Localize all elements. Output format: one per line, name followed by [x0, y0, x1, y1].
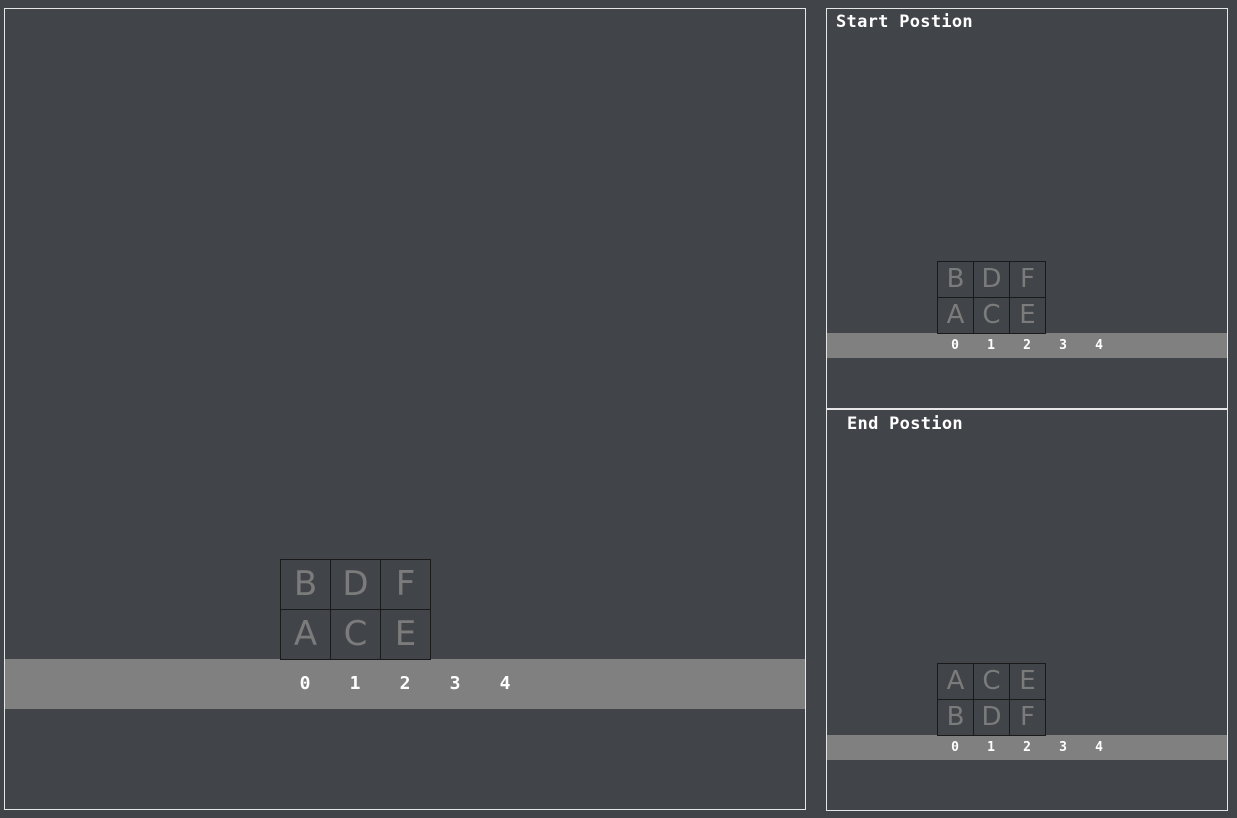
axis-label-4: 4: [499, 673, 511, 694]
axis-label-0: 0: [951, 740, 959, 755]
axis-label-4: 4: [1095, 338, 1103, 353]
axis-label-1: 1: [349, 673, 361, 694]
block-col2-row1: F: [1009, 261, 1046, 298]
ground-strip: 0 1 2 3 4: [827, 735, 1227, 760]
axis-label-3: 3: [449, 673, 461, 694]
start-position-panel: Start Postion 0 1 2 3 4 A B C D E F: [826, 8, 1228, 409]
block-col0-row1[interactable]: B: [280, 559, 331, 610]
ground-strip: 0 1 2 3 4: [827, 333, 1227, 358]
block-col0-row1: B: [937, 261, 974, 298]
main-board-panel: 0 1 2 3 4 A B C D E F: [4, 8, 806, 810]
block-col2-row1: E: [1009, 663, 1046, 700]
axis-label-3: 3: [1059, 338, 1067, 353]
axis-label-0: 0: [299, 673, 311, 694]
axis-label-1: 1: [987, 740, 995, 755]
block-col1-row0: D: [973, 699, 1010, 736]
axis-label-2: 2: [1023, 740, 1031, 755]
ground-strip: 0 1 2 3 4: [5, 659, 805, 709]
block-col0-row1: A: [937, 663, 974, 700]
axis-label-2: 2: [399, 673, 411, 694]
block-col1-row1: C: [973, 663, 1010, 700]
block-col1-row1[interactable]: D: [330, 559, 381, 610]
block-col2-row0: F: [1009, 699, 1046, 736]
block-col0-row0[interactable]: A: [280, 609, 331, 660]
block-col1-row1: D: [973, 261, 1010, 298]
end-position-title: End Postion: [847, 414, 963, 434]
block-col2-row0[interactable]: E: [380, 609, 431, 660]
axis-label-3: 3: [1059, 740, 1067, 755]
block-col0-row0: A: [937, 297, 974, 334]
axis-label-0: 0: [951, 338, 959, 353]
end-position-panel: End Postion 0 1 2 3 4 B A D C F E: [826, 409, 1228, 811]
axis-label-1: 1: [987, 338, 995, 353]
block-col1-row0: C: [973, 297, 1010, 334]
axis-label-2: 2: [1023, 338, 1031, 353]
start-position-title: Start Postion: [836, 12, 973, 32]
block-col0-row0: B: [937, 699, 974, 736]
block-col2-row0: E: [1009, 297, 1046, 334]
block-col1-row0[interactable]: C: [330, 609, 381, 660]
block-col2-row1[interactable]: F: [380, 559, 431, 610]
axis-label-4: 4: [1095, 740, 1103, 755]
